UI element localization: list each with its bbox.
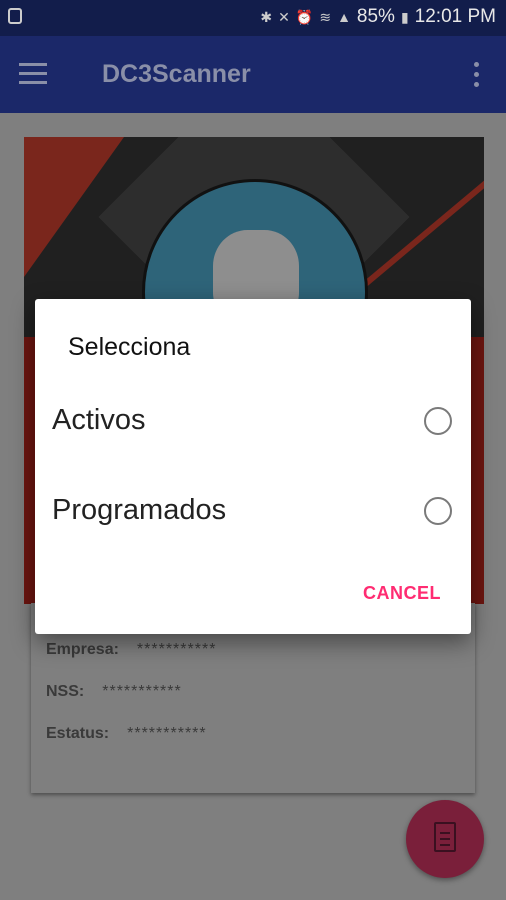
radio-button[interactable] [424,407,452,435]
clock: 12:01 PM [414,6,496,27]
battery-icon: ▮ [400,8,409,25]
status-bar: ✱ ✕ ⏰ ≋ ▲ 85% ▮ 12:01 PM [0,0,506,36]
clipboard-icon [434,822,456,852]
dialog-title: Selecciona [68,333,191,361]
select-dialog: Selecciona Activos Programados CANCEL [35,299,471,634]
signal-icon: ▲ [337,9,351,25]
battery-percent: 85% [356,6,395,27]
bluetooth-icon: ✱ [260,8,273,25]
option-activos[interactable]: Activos [35,386,471,456]
radio-button[interactable] [424,497,452,525]
option-programados[interactable]: Programados [35,476,471,546]
estatus-label: Estatus: [46,725,110,742]
option-label: Activos [52,404,146,436]
mute-icon: ✕ [278,8,290,25]
cancel-button[interactable]: CANCEL [353,579,451,617]
app-title: DC3Scanner [102,60,251,88]
menu-icon[interactable] [19,63,47,85]
scan-fab-button[interactable] [406,800,484,878]
option-label: Programados [52,494,227,526]
nss-row: NSS: *********** [46,683,182,701]
empresa-label: Empresa: [46,641,119,658]
wifi-icon: ≋ [319,8,332,25]
empresa-row: Empresa: *********** [46,641,216,659]
alarm-icon: ⏰ [295,8,314,25]
nss-label: NSS: [46,683,85,700]
notification-icon [8,8,22,24]
empresa-value: *********** [136,641,217,658]
overflow-menu-icon[interactable] [474,62,480,88]
status-icons: ✱ ✕ ⏰ ≋ ▲ 85% ▮ 12:01 PM [260,6,496,28]
estatus-row: Estatus: *********** [46,725,207,743]
estatus-value: *********** [127,725,207,742]
app-bar: DC3Scanner [0,36,506,113]
nss-value: *********** [102,683,182,700]
